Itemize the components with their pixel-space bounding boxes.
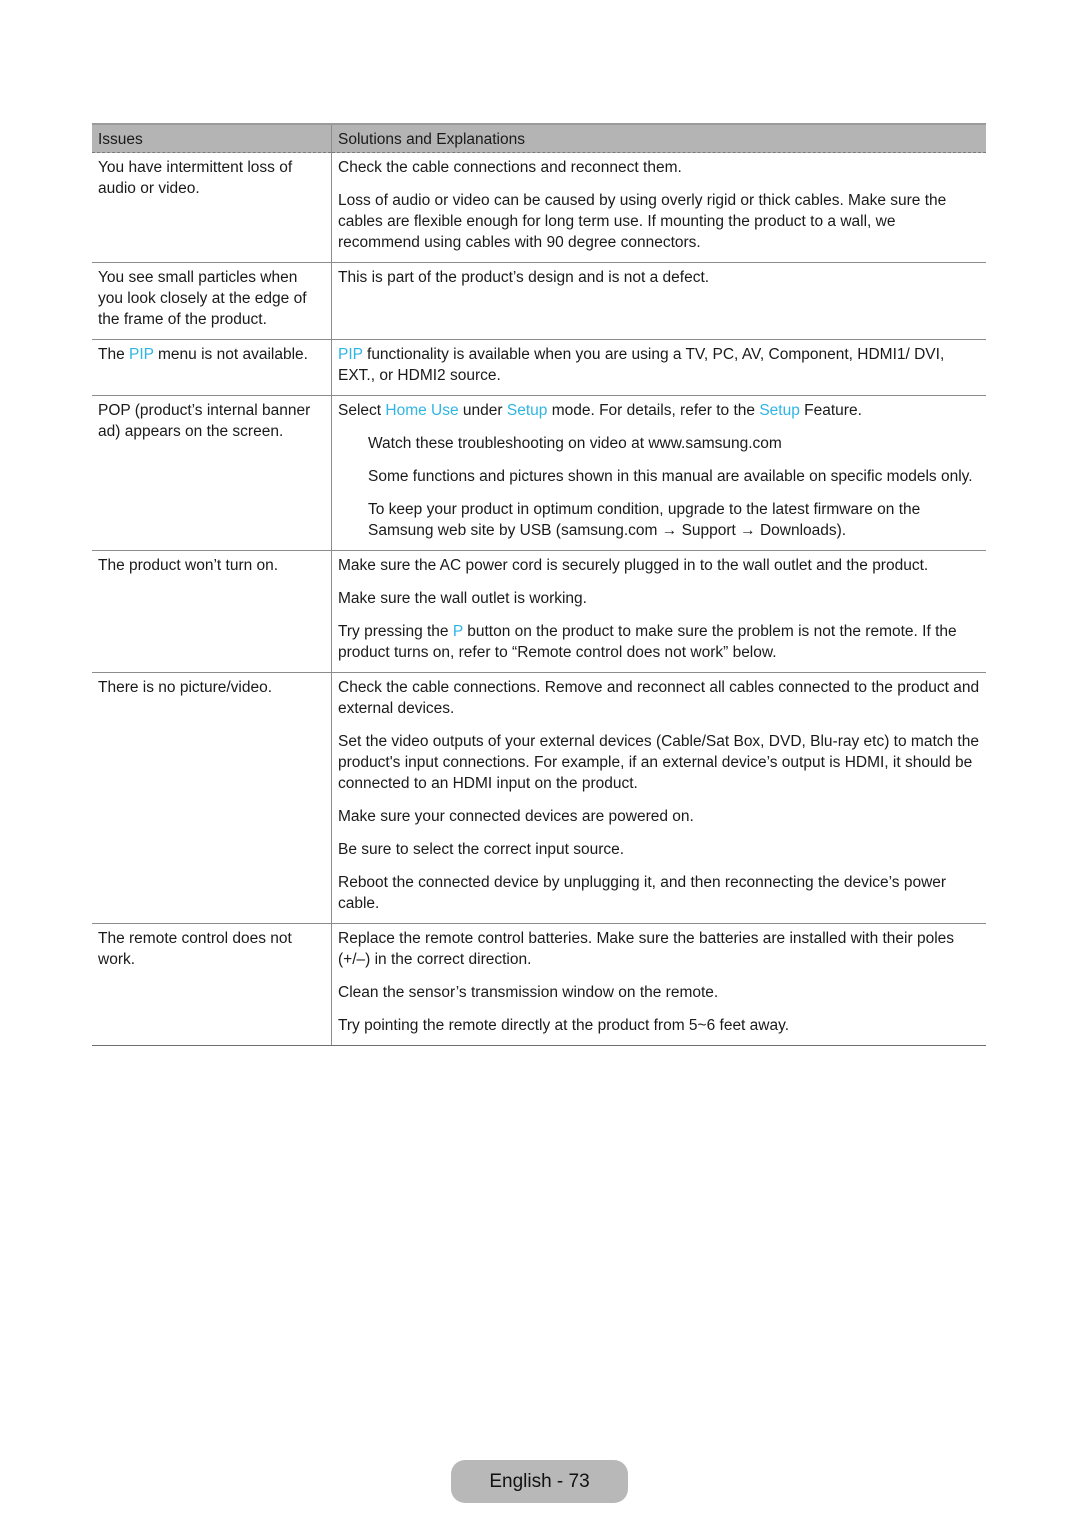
table-row: POP (product’s internal banner ad) appea… xyxy=(92,395,986,551)
solution-text: Check the cable connections and reconnec… xyxy=(338,159,682,176)
issue-cell: The product won’t turn on. xyxy=(92,550,332,673)
pip-keyword: PIP xyxy=(338,346,363,363)
solution-text-part: functionality is available when you are … xyxy=(338,346,945,384)
solution-text: Make sure the AC power cord is securely … xyxy=(338,557,929,574)
table-row: The PIP menu is not available. PIP funct… xyxy=(92,339,986,396)
solution-cell: PIP functionality is available when you … xyxy=(331,339,986,396)
issue-text: menu is not available. xyxy=(153,346,308,363)
solution-text: Select Home Use under Setup mode. For de… xyxy=(338,400,980,421)
table-row: You have intermittent loss of audio or v… xyxy=(92,152,986,263)
solution-text: Clean the sensor’s transmission window o… xyxy=(338,984,719,1001)
solution-text: Set the video outputs of your external d… xyxy=(338,733,979,792)
troubleshooting-table: Issues Solutions and Explanations You ha… xyxy=(92,123,986,1046)
note-text: Watch these troubleshooting on video at … xyxy=(368,435,782,452)
solution-text: Try pressing the P button on the product… xyxy=(338,621,980,663)
table-row: You see small particles when you look cl… xyxy=(92,262,986,340)
solution-text: This is part of the product’s design and… xyxy=(338,269,710,286)
solution-text-part: Try pressing the xyxy=(338,623,453,640)
pip-keyword: PIP xyxy=(129,346,154,363)
solution-text: PIP functionality is available when you … xyxy=(338,344,980,386)
solution-cell: Select Home Use under Setup mode. For de… xyxy=(331,395,986,551)
header-solutions: Solutions and Explanations xyxy=(331,123,986,153)
solution-text-part: mode. For details, refer to the xyxy=(547,402,760,419)
power-button-keyword: P xyxy=(452,623,463,640)
solution-cell: Check the cable connections and reconnec… xyxy=(331,152,986,263)
home-use-keyword: Home Use xyxy=(385,402,459,419)
solution-text: Try pointing the remote directly at the … xyxy=(338,1017,790,1034)
table-header-row: Issues Solutions and Explanations xyxy=(92,123,986,153)
issue-cell: POP (product’s internal banner ad) appea… xyxy=(92,395,332,551)
note-text: Some functions and pictures shown in thi… xyxy=(368,468,973,485)
issue-cell: The remote control does not work. xyxy=(92,923,332,1046)
solution-text: Make sure the wall outlet is working. xyxy=(338,590,587,607)
solution-text: Loss of audio or video can be caused by … xyxy=(338,192,947,251)
page-number-badge: English - 73 xyxy=(451,1460,628,1503)
issue-text: The xyxy=(98,346,130,363)
solution-text: Make sure your connected devices are pow… xyxy=(338,808,694,825)
note-text: To keep your product in optimum conditio… xyxy=(368,501,921,539)
solution-text-part: Feature. xyxy=(799,402,862,419)
solution-text: Replace the remote control batteries. Ma… xyxy=(338,930,955,968)
table-row: There is no picture/video. Check the cab… xyxy=(92,672,986,924)
solution-text: Check the cable connections. Remove and … xyxy=(338,679,980,717)
solution-text: Be sure to select the correct input sour… xyxy=(338,841,625,858)
solution-cell: Make sure the AC power cord is securely … xyxy=(331,550,986,673)
issue-cell: You have intermittent loss of audio or v… xyxy=(92,152,332,263)
solution-text-part: Select xyxy=(338,402,386,419)
header-issues: Issues xyxy=(92,123,332,153)
setup-keyword: Setup xyxy=(506,402,548,419)
table-row: The product won’t turn on. Make sure the… xyxy=(92,550,986,673)
solution-cell: Replace the remote control batteries. Ma… xyxy=(331,923,986,1046)
solution-cell: Check the cable connections. Remove and … xyxy=(331,672,986,924)
table-row: The remote control does not work. Replac… xyxy=(92,923,986,1046)
issue-cell: You see small particles when you look cl… xyxy=(92,262,332,340)
issue-cell: The PIP menu is not available. xyxy=(92,339,332,396)
setup-keyword: Setup xyxy=(759,402,800,419)
solution-cell: This is part of the product’s design and… xyxy=(331,262,986,340)
solution-text-part: under xyxy=(458,402,507,419)
solution-text: Reboot the connected device by unpluggin… xyxy=(338,874,947,912)
issue-cell: There is no picture/video. xyxy=(92,672,332,924)
